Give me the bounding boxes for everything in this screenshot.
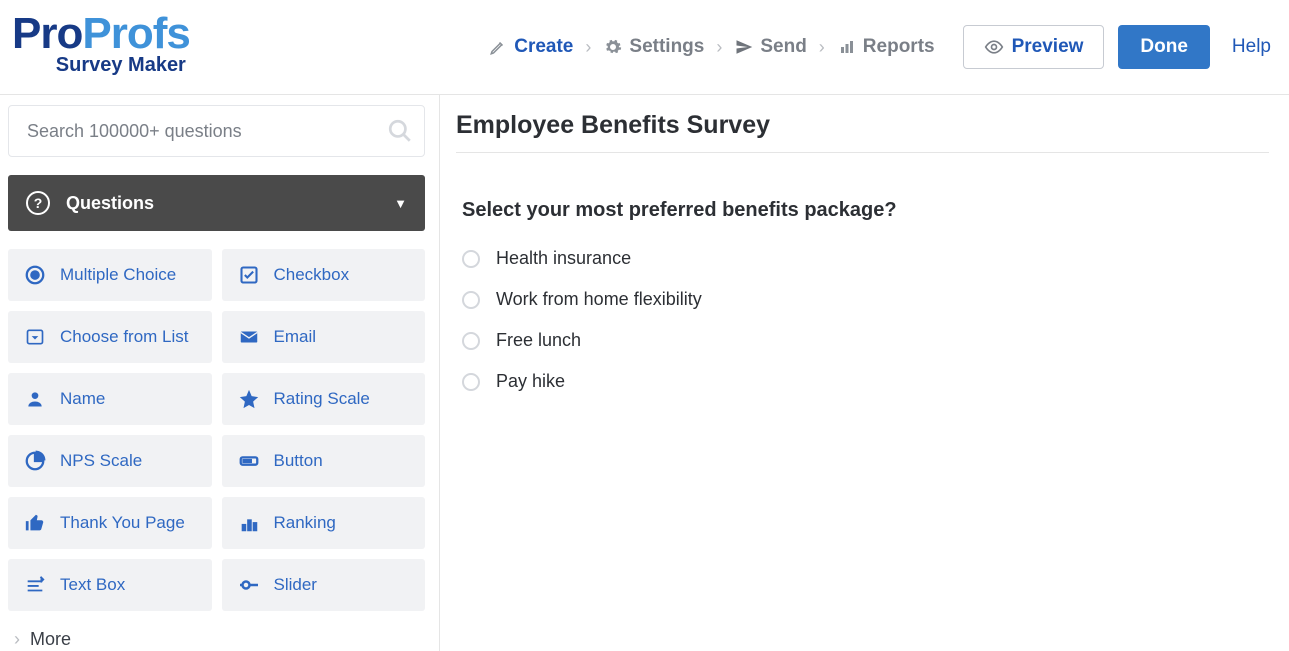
qtype-label: Checkbox xyxy=(274,265,350,285)
qtype-choose-from-list[interactable]: Choose from List xyxy=(8,311,212,363)
more-link[interactable]: › More xyxy=(4,611,429,650)
textbox-icon xyxy=(22,572,48,598)
logo-subtitle: Survey Maker xyxy=(56,54,186,77)
pencil-icon xyxy=(488,37,508,57)
option-row: Pay hike xyxy=(462,371,1269,392)
radio-button[interactable] xyxy=(462,250,480,268)
qtype-thank-you-page[interactable]: Thank You Page xyxy=(8,497,212,549)
question-type-grid: Multiple Choice Checkbox Choose from Lis… xyxy=(4,249,429,611)
radio-icon xyxy=(22,262,48,288)
qtype-label: Text Box xyxy=(60,575,125,595)
chevron-right-icon: › xyxy=(14,629,20,650)
qtype-ranking[interactable]: Ranking xyxy=(222,497,426,549)
option-row: Work from home flexibility xyxy=(462,289,1269,310)
app-header: ProProfs Survey Maker Create › Settings … xyxy=(0,0,1289,95)
radio-button[interactable] xyxy=(462,332,480,350)
search-input[interactable] xyxy=(8,105,425,157)
option-label[interactable]: Work from home flexibility xyxy=(496,289,702,310)
ranking-icon xyxy=(236,510,262,536)
help-link[interactable]: Help xyxy=(1232,36,1271,58)
qtype-slider[interactable]: Slider xyxy=(222,559,426,611)
chevron-right-icon: › xyxy=(817,37,827,58)
qtype-checkbox[interactable]: Checkbox xyxy=(222,249,426,301)
option-label[interactable]: Free lunch xyxy=(496,330,581,351)
preview-label: Preview xyxy=(1012,36,1084,58)
more-label: More xyxy=(30,629,71,650)
qtype-email[interactable]: Email xyxy=(222,311,426,363)
qtype-label: Multiple Choice xyxy=(60,265,176,285)
chevron-right-icon: › xyxy=(583,37,593,58)
gear-icon xyxy=(603,37,623,57)
done-button[interactable]: Done xyxy=(1118,25,1210,69)
qtype-name[interactable]: Name xyxy=(8,373,212,425)
star-icon xyxy=(236,386,262,412)
survey-title[interactable]: Employee Benefits Survey xyxy=(456,111,1269,153)
thumbs-up-icon xyxy=(22,510,48,536)
option-label[interactable]: Health insurance xyxy=(496,248,631,269)
radio-button[interactable] xyxy=(462,373,480,391)
qtype-label: Email xyxy=(274,327,317,347)
option-row: Health insurance xyxy=(462,248,1269,269)
pie-chart-icon xyxy=(22,448,48,474)
logo-main: ProProfs xyxy=(12,12,190,56)
crumb-create[interactable]: Create xyxy=(488,36,573,58)
qtype-label: NPS Scale xyxy=(60,451,142,471)
dropdown-icon xyxy=(22,324,48,350)
logo[interactable]: ProProfs Survey Maker xyxy=(12,12,190,77)
question-block: Select your most preferred benefits pack… xyxy=(456,153,1269,392)
chevron-right-icon: › xyxy=(714,37,724,58)
paper-plane-icon xyxy=(734,37,754,57)
qtype-button[interactable]: Button xyxy=(222,435,426,487)
search-icon[interactable] xyxy=(387,118,413,144)
option-row: Free lunch xyxy=(462,330,1269,351)
qtype-label: Name xyxy=(60,389,105,409)
question-text[interactable]: Select your most preferred benefits pack… xyxy=(462,199,1269,222)
radio-button[interactable] xyxy=(462,291,480,309)
crumb-create-label: Create xyxy=(514,36,573,58)
checkbox-icon xyxy=(236,262,262,288)
crumb-reports-label: Reports xyxy=(863,36,935,58)
qtype-label: Choose from List xyxy=(60,327,189,347)
qtype-text-box[interactable]: Text Box xyxy=(8,559,212,611)
qtype-label: Thank You Page xyxy=(60,513,185,533)
questions-header-label: Questions xyxy=(66,193,154,214)
question-mark-icon: ? xyxy=(26,191,50,215)
crumb-settings-label: Settings xyxy=(629,36,704,58)
preview-button[interactable]: Preview xyxy=(963,25,1105,69)
qtype-label: Ranking xyxy=(274,513,336,533)
person-icon xyxy=(22,386,48,412)
logo-pro: Pro xyxy=(12,9,82,58)
qtype-multiple-choice[interactable]: Multiple Choice xyxy=(8,249,212,301)
wizard-breadcrumbs: Create › Settings › Send › Reports xyxy=(488,36,934,58)
envelope-icon xyxy=(236,324,262,350)
search-wrap xyxy=(8,105,425,157)
qtype-rating-scale[interactable]: Rating Scale xyxy=(222,373,426,425)
eye-icon xyxy=(984,37,1004,57)
slider-icon xyxy=(236,572,262,598)
qtype-label: Button xyxy=(274,451,323,471)
sidebar: ? Questions ▼ Multiple Choice Checkbox xyxy=(0,95,440,651)
qtype-label: Slider xyxy=(274,575,317,595)
crumb-reports[interactable]: Reports xyxy=(837,36,935,58)
crumb-send[interactable]: Send xyxy=(734,36,806,58)
logo-profs: Profs xyxy=(82,9,189,58)
qtype-nps-scale[interactable]: NPS Scale xyxy=(8,435,212,487)
app-body: ? Questions ▼ Multiple Choice Checkbox xyxy=(0,95,1289,651)
qtype-label: Rating Scale xyxy=(274,389,370,409)
crumb-settings[interactable]: Settings xyxy=(603,36,704,58)
questions-accordion-header[interactable]: ? Questions ▼ xyxy=(8,175,425,231)
main-panel: Employee Benefits Survey Select your mos… xyxy=(440,95,1289,651)
button-icon xyxy=(236,448,262,474)
crumb-send-label: Send xyxy=(760,36,806,58)
chevron-down-icon: ▼ xyxy=(394,196,407,211)
option-label[interactable]: Pay hike xyxy=(496,371,565,392)
bar-chart-icon xyxy=(837,37,857,57)
